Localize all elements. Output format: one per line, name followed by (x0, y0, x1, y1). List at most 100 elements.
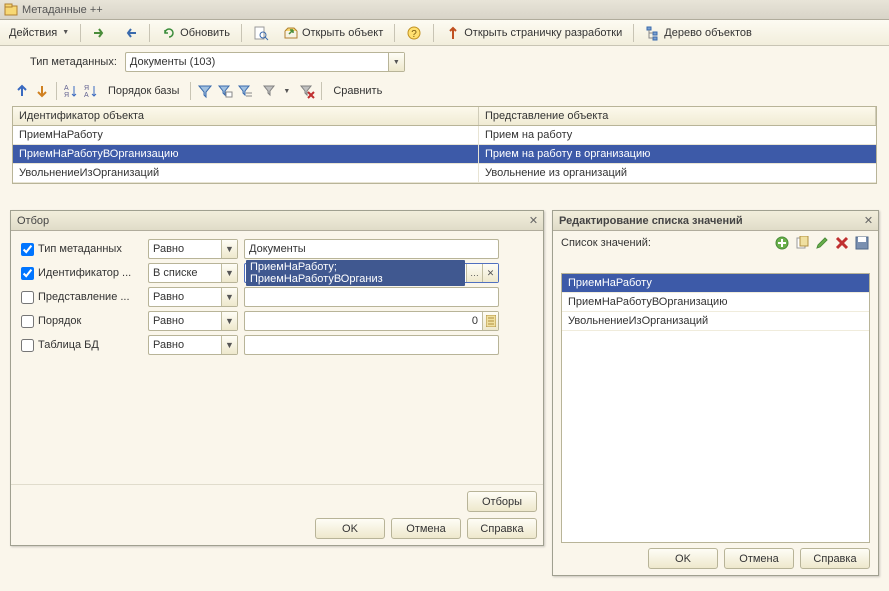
filter-label: Идентификатор ... (38, 267, 148, 279)
filter-label: Тип метаданных (38, 243, 148, 255)
type-filter-row: Тип метаданных: Документы (103) ▼ (30, 52, 859, 72)
order-base-button[interactable]: Порядок базы (103, 82, 184, 100)
refresh-label: Обновить (180, 27, 230, 39)
tree-icon (645, 25, 661, 41)
table-row[interactable]: ПриемНаРаботу Прием на работу (13, 126, 876, 145)
chevron-down-icon[interactable]: ▼ (221, 288, 237, 306)
filter-edit-icon[interactable] (217, 83, 233, 99)
filter-value-input[interactable] (244, 287, 499, 307)
values-list-label: Список значений: (561, 237, 651, 249)
table-row[interactable]: ПриемНаРаботуВОрганизацию Прием на работ… (13, 145, 876, 164)
arrow-up-blue-icon[interactable] (14, 83, 30, 99)
values-panel-footer: OK Отмена Справка (648, 548, 870, 569)
arrow-down-orange-icon[interactable] (34, 83, 50, 99)
sort-asc-icon[interactable]: AЯ (63, 83, 79, 99)
cancel-button[interactable]: Отмена (391, 518, 461, 539)
tree-button[interactable]: Дерево объектов (640, 22, 757, 44)
filter-value-number[interactable]: 0 (244, 311, 499, 331)
cell-id: ПриемНаРаботуВОрганизацию (13, 145, 479, 164)
close-icon[interactable]: ✕ (861, 213, 876, 228)
cancel-button[interactable]: Отмена (724, 548, 794, 569)
list-item[interactable]: УвольнениеИзОрганизаций (562, 312, 869, 331)
chevron-down-icon: ▼ (62, 29, 69, 36)
values-panel-title-text: Редактирование списка значений (559, 215, 743, 227)
filter-row: Тип метаданных Равно▼ Документы (21, 239, 533, 259)
type-filter-value: Документы (103) (126, 56, 388, 68)
edit-icon[interactable] (814, 235, 830, 251)
calculator-icon[interactable] (482, 312, 498, 330)
filter-funnel-icon[interactable] (197, 83, 213, 99)
filter-list-icon[interactable] (237, 83, 253, 99)
chevron-down-icon[interactable]: ▼ (221, 240, 237, 258)
open-object-button[interactable]: Открыть объект (278, 22, 388, 44)
grid-header: Идентификатор объекта Представление объе… (13, 107, 876, 126)
chevron-down-icon: ▼ (283, 88, 290, 95)
main-toolbar: Действия ▼ Обновить Открыть объект ? Отк… (0, 20, 889, 46)
chevron-down-icon[interactable]: ▼ (221, 312, 237, 330)
sort-desc-icon[interactable]: ЯA (83, 83, 99, 99)
filter-cond-select[interactable]: Равно▼ (148, 311, 238, 331)
filter-dropdown-icon[interactable]: ▼ (257, 80, 295, 102)
filter-panel-title-text: Отбор (17, 215, 49, 227)
close-icon[interactable]: ✕ (526, 213, 541, 228)
values-edit-panel: Редактирование списка значений ✕ Список … (552, 210, 879, 576)
search-icon-button[interactable] (248, 22, 274, 44)
copy-icon[interactable] (794, 235, 810, 251)
filter-cond-select[interactable]: В списке▼ (148, 263, 238, 283)
open-dev-button[interactable]: Открыть страничку разработки (440, 22, 627, 44)
chevron-down-icon[interactable]: ▼ (388, 53, 404, 71)
open-icon (283, 25, 299, 41)
filter-cond-select[interactable]: Равно▼ (148, 239, 238, 259)
actions-menu[interactable]: Действия ▼ (4, 24, 74, 42)
svg-text:Я: Я (84, 85, 89, 92)
filter-label: Таблица БД (38, 339, 148, 351)
cell-repr: Увольнение из организаций (479, 164, 876, 183)
ellipsis-icon[interactable]: … (466, 264, 482, 282)
ok-button[interactable]: OK (315, 518, 385, 539)
chevron-down-icon[interactable]: ▼ (221, 336, 237, 354)
add-icon[interactable] (774, 235, 790, 251)
type-filter-select[interactable]: Документы (103) ▼ (125, 52, 405, 72)
filter-checkbox[interactable] (21, 267, 34, 280)
grid-col-id[interactable]: Идентификатор объекта (13, 107, 479, 125)
back-icon-button[interactable] (117, 22, 143, 44)
filters-button[interactable]: Отборы (467, 491, 537, 512)
filter-checkbox[interactable] (21, 291, 34, 304)
filter-checkbox[interactable] (21, 339, 34, 352)
tree-label: Дерево объектов (664, 27, 752, 39)
window-title: Метаданные ++ (22, 4, 103, 16)
filter-cond-select[interactable]: Равно▼ (148, 287, 238, 307)
svg-text:?: ? (411, 29, 417, 40)
app-icon (4, 3, 18, 17)
grid-col-repr[interactable]: Представление объекта (479, 107, 876, 125)
chevron-down-icon[interactable]: ▼ (221, 264, 237, 282)
filter-panel-title: Отбор ✕ (11, 211, 543, 231)
table-row[interactable]: УвольнениеИзОрганизаций Увольнение из ор… (13, 164, 876, 183)
filter-value-input[interactable] (244, 335, 499, 355)
arrow-up-icon (445, 25, 461, 41)
compare-button[interactable]: Сравнить (328, 82, 387, 100)
svg-text:A: A (84, 92, 89, 99)
delete-icon[interactable] (834, 235, 850, 251)
clear-icon[interactable]: ✕ (482, 264, 498, 282)
filter-checkbox[interactable] (21, 315, 34, 328)
filter-clear-icon[interactable] (299, 83, 315, 99)
refresh-icon (161, 25, 177, 41)
values-toolbar (774, 235, 870, 251)
filter-label: Порядок (38, 315, 148, 327)
actions-label: Действия (9, 27, 57, 39)
filter-cond-select[interactable]: Равно▼ (148, 335, 238, 355)
filter-value-input[interactable]: Документы (244, 239, 499, 259)
help-button[interactable]: ? (401, 22, 427, 44)
values-panel-title: Редактирование списка значений ✕ (553, 211, 878, 231)
list-item[interactable]: ПриемНаРаботу (562, 274, 869, 293)
filter-value-input[interactable]: ПриемНаРаботу; ПриемНаРаботуВОрганиз…✕ (244, 263, 499, 283)
save-icon[interactable] (854, 235, 870, 251)
list-item[interactable]: ПриемНаРаботуВОрганизацию (562, 293, 869, 312)
filter-checkbox[interactable] (21, 243, 34, 256)
ok-button[interactable]: OK (648, 548, 718, 569)
help-button[interactable]: Справка (800, 548, 870, 569)
help-button[interactable]: Справка (467, 518, 537, 539)
refresh-button[interactable]: Обновить (156, 22, 235, 44)
forward-icon-button[interactable] (87, 22, 113, 44)
